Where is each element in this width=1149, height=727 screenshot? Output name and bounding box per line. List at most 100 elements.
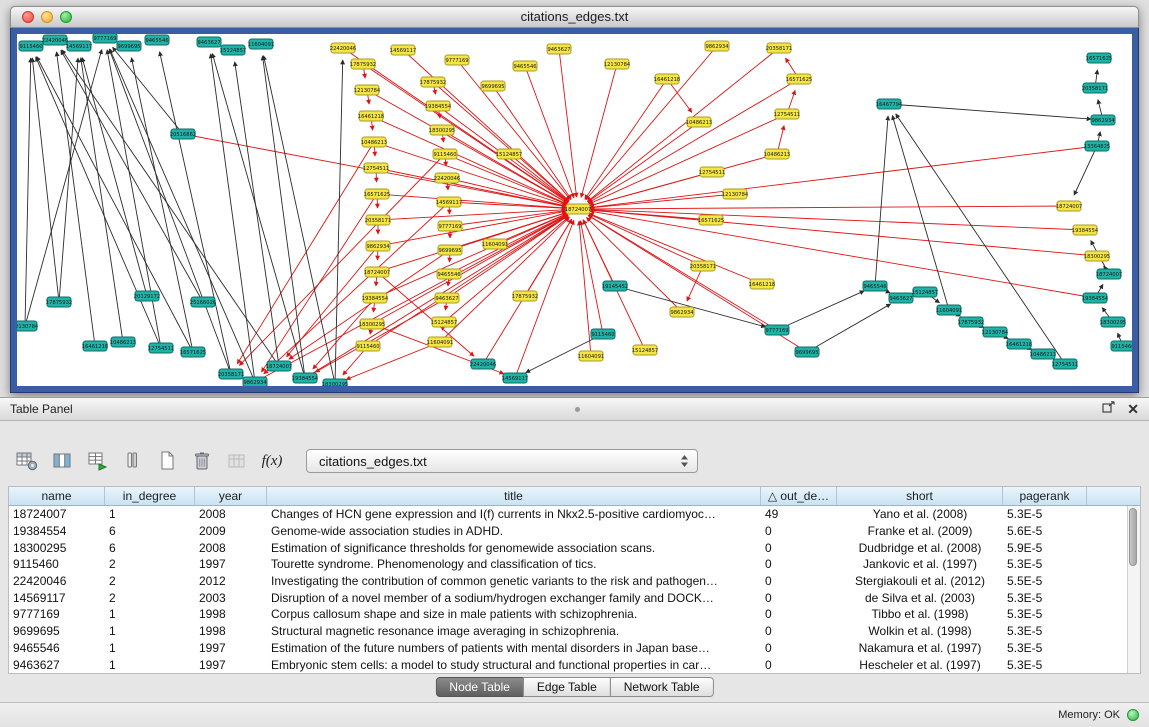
- graph-node[interactable]: 17875932: [350, 59, 376, 69]
- graph-node[interactable]: 12130784: [354, 85, 381, 95]
- graph-node[interactable]: 14569117: [436, 197, 462, 207]
- graph-node[interactable]: 16571625: [180, 347, 206, 357]
- graph-node[interactable]: 15124857: [431, 317, 457, 327]
- graph-node[interactable]: 20358171: [218, 369, 244, 379]
- graph-node[interactable]: 16571625: [698, 215, 724, 225]
- float-panel-button[interactable]: [1102, 400, 1115, 418]
- column-header-short[interactable]: short: [837, 487, 1003, 505]
- graph-node[interactable]: 12130784: [604, 59, 631, 69]
- graph-node[interactable]: 19384554: [1072, 225, 1099, 235]
- function-builder-icon[interactable]: f(x): [259, 448, 285, 474]
- graph-node[interactable]: 19145452: [602, 281, 628, 291]
- graph-node[interactable]: 18300295: [1084, 251, 1110, 261]
- graph-node[interactable]: 16461218: [749, 279, 775, 289]
- graph-node[interactable]: 17875932: [958, 317, 984, 327]
- column-header-title[interactable]: title: [267, 487, 761, 505]
- zoom-button[interactable]: [60, 11, 72, 23]
- graph-node[interactable]: 19384554: [1082, 293, 1109, 303]
- delete-table-icon[interactable]: [189, 448, 215, 474]
- graph-node[interactable]: 18300295: [1100, 317, 1126, 327]
- table-row[interactable]: 946362711997Embryonic stem cells: a mode…: [9, 656, 1128, 673]
- graph-node[interactable]: 11604091: [248, 39, 274, 49]
- graph-node[interactable]: 9699695: [795, 347, 819, 357]
- graph-node[interactable]: 20358171: [766, 43, 792, 53]
- graph-node[interactable]: 16571625: [364, 189, 390, 199]
- graph-node[interactable]: 11604091: [427, 337, 453, 347]
- graph-node[interactable]: 20129172: [134, 291, 160, 301]
- graph-node[interactable]: 18300295: [429, 125, 455, 135]
- graph-node[interactable]: 9465546: [513, 61, 537, 71]
- graph-node[interactable]: 16461218: [358, 111, 384, 121]
- graph-node[interactable]: 9463627: [547, 44, 571, 54]
- table-row[interactable]: 946554611997Estimation of the future num…: [9, 640, 1128, 657]
- graph-node[interactable]: 10486213: [764, 149, 790, 159]
- graph-node[interactable]: 16461218: [1006, 339, 1032, 349]
- graph-node[interactable]: 18724007: [1056, 201, 1082, 211]
- graph-node[interactable]: 9115460: [591, 329, 615, 339]
- graph-node[interactable]: 18724007: [364, 267, 390, 277]
- graph-node[interactable]: 15124857: [496, 149, 522, 159]
- close-panel-button[interactable]: ✕: [1127, 402, 1139, 416]
- graph-node[interactable]: 9465546: [863, 281, 887, 291]
- graph-node[interactable]: 12130784: [17, 321, 39, 331]
- graph-node[interactable]: 16571625: [1086, 53, 1112, 63]
- graph-node[interactable]: 9463627: [197, 37, 221, 47]
- graph-node[interactable]: 15124857: [912, 287, 938, 297]
- graph-node[interactable]: 20358171: [690, 261, 716, 271]
- table-row[interactable]: 1872400712008Changes of HCN gene express…: [9, 506, 1128, 523]
- close-button[interactable]: [22, 11, 34, 23]
- vertical-scrollbar[interactable]: [1127, 506, 1140, 673]
- graph-node[interactable]: 11604091: [936, 305, 962, 315]
- graph-node[interactable]: 16571625: [786, 74, 812, 84]
- graph-node[interactable]: 17875932: [512, 291, 538, 301]
- minimize-button[interactable]: [41, 11, 53, 23]
- graph-node[interactable]: 18300295: [359, 319, 385, 329]
- table-row[interactable]: 1830029562008Estimation of significance …: [9, 539, 1128, 556]
- graph-node[interactable]: 9862934: [366, 241, 390, 251]
- rename-column-icon[interactable]: [119, 448, 145, 474]
- graph-node[interactable]: 9115460: [356, 341, 380, 351]
- scrollbar-thumb[interactable]: [1129, 508, 1137, 566]
- graph-node[interactable]: 9699695: [117, 41, 141, 51]
- graph-node[interactable]: 9463627: [435, 293, 459, 303]
- graph-node[interactable]: 9115460: [1111, 341, 1132, 351]
- graph-node[interactable]: 14569117: [390, 45, 416, 55]
- tab-edge-table[interactable]: Edge Table: [523, 677, 611, 697]
- graph-node[interactable]: 12754511: [1052, 359, 1078, 369]
- graph-node[interactable]: 9463627: [889, 293, 913, 303]
- graph-node[interactable]: 12754511: [363, 163, 389, 173]
- graph-node[interactable]: 9115460: [19, 41, 43, 51]
- graph-node[interactable]: 22420046: [434, 173, 460, 183]
- graph-node[interactable]: 12754511: [148, 343, 174, 353]
- graph-node[interactable]: 17875932: [420, 77, 446, 87]
- graph-node[interactable]: 12754511: [774, 109, 800, 119]
- graph-node[interactable]: 22420046: [330, 43, 356, 53]
- column-header-year[interactable]: year: [195, 487, 267, 505]
- table-row[interactable]: 969969511998Structural magnetic resonanc…: [9, 623, 1128, 640]
- graph-node[interactable]: 9115460: [433, 149, 457, 159]
- window-titlebar[interactable]: citations_edges.txt: [10, 6, 1139, 28]
- column-header-in_degree[interactable]: in_degree: [105, 487, 195, 505]
- add-column-icon[interactable]: [84, 448, 110, 474]
- graph-node[interactable]: 10486213: [361, 137, 387, 147]
- graph-node[interactable]: 9777169: [765, 325, 789, 335]
- graph-node[interactable]: 16461218: [654, 74, 680, 84]
- graph-node[interactable]: 19384554: [425, 101, 452, 111]
- create-table-icon[interactable]: [154, 448, 180, 474]
- graph-node[interactable]: 18724007: [1096, 269, 1122, 279]
- column-header-pagerank[interactable]: pagerank: [1003, 487, 1087, 505]
- graph-node[interactable]: 11604091: [578, 351, 604, 361]
- show-columns-icon[interactable]: [49, 448, 75, 474]
- import-table-icon[interactable]: [224, 448, 250, 474]
- graph-node[interactable]: 20358171: [365, 215, 391, 225]
- graph-node[interactable]: 22420046: [470, 359, 496, 369]
- graph-node[interactable]: 25166026: [190, 297, 216, 307]
- network-view[interactable]: 18724007 12130784 16461218 10486213 12754511…: [17, 34, 1132, 386]
- column-header-out_degree[interactable]: △ out_de…: [761, 487, 837, 505]
- network-canvas[interactable]: 18724007 12130784 16461218 10486213 12754511…: [17, 34, 1132, 386]
- graph-node[interactable]: 15124857: [632, 345, 658, 355]
- graph-node[interactable]: 18300295: [322, 379, 348, 386]
- graph-node[interactable]: 9862934: [243, 377, 267, 386]
- graph-node[interactable]: 13364825: [1084, 141, 1110, 151]
- graph-node[interactable]: 20358171: [1082, 83, 1108, 93]
